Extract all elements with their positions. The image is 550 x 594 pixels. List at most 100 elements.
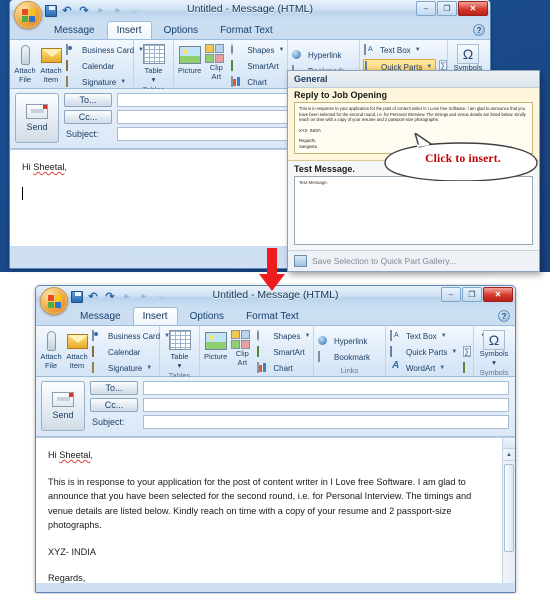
redo-icon-bottom[interactable]: ↷ <box>103 290 117 304</box>
click-to-insert-callout: Click to insert. <box>375 132 547 182</box>
attach-file-button-bottom[interactable]: Attach File <box>39 328 63 371</box>
office-button-icon-bottom[interactable] <box>40 287 68 315</box>
split-bar-icon-bottom[interactable] <box>503 438 515 449</box>
text-box-button-bottom[interactable]: Text Box▼ <box>389 329 460 344</box>
tab-format-text-top[interactable]: Format Text <box>210 21 283 39</box>
ribbon-group-include-top: Attach File Attach Item Business Card▼ <box>10 40 144 99</box>
chart-button-bottom[interactable]: Chart <box>256 361 313 376</box>
envelope-icon-bottom <box>66 330 88 352</box>
tab-format-text-bottom[interactable]: Format Text <box>236 307 309 325</box>
picture-button-bottom[interactable]: Picture <box>203 328 228 363</box>
quick-parts-second-entry-preview[interactable]: Test Message. <box>294 175 533 245</box>
picture-icon-bottom <box>204 330 227 352</box>
attach-item-button-top[interactable]: Attach Item <box>39 42 63 85</box>
outlook-message-window-bottom: ↶ ↷ ▸ ▸ ⌵ Untitled - Message (HTML) – ❐ … <box>35 285 516 593</box>
picture-icon <box>178 44 201 66</box>
help-icon-top[interactable]: ? <box>473 24 485 36</box>
bookmark-button-bottom[interactable]: Bookmark <box>317 350 373 365</box>
message-body-text-bottom[interactable]: Hi Sheetal, This is in response to your … <box>36 438 515 583</box>
qat-extra-icon-2-bottom[interactable]: ▸ <box>137 290 151 304</box>
maximize-button-bottom[interactable]: ❐ <box>462 287 482 302</box>
maximize-button-top[interactable]: ❐ <box>437 1 457 16</box>
qat-extra-icon-1[interactable]: ▸ <box>94 4 108 18</box>
minimize-button-top[interactable]: – <box>416 1 436 16</box>
undo-icon[interactable]: ↶ <box>60 4 74 18</box>
table-icon-bottom <box>168 330 191 352</box>
tab-options-top[interactable]: Options <box>154 21 208 39</box>
save-icon[interactable] <box>45 5 57 17</box>
ribbon-group-symbols-bottom: Ω Symbols ▾ Symbols <box>474 326 514 377</box>
customize-qat-icon-bottom[interactable]: ⌵ <box>154 290 168 304</box>
quick-access-toolbar-top: ↶ ↷ ▸ ▸ ⌵ <box>45 3 142 19</box>
tab-insert-bottom[interactable]: Insert <box>132 307 178 325</box>
table-button-top[interactable]: Table ▾ <box>137 42 170 85</box>
ribbon-bottom: Attach File Attach Item Business Card▼ <box>36 325 515 385</box>
text-box-button-top[interactable]: Text Box▼ <box>363 43 436 58</box>
ribbon-tabs-top: Message Insert Options Format Text ? <box>10 21 490 39</box>
signature-icon <box>66 76 79 89</box>
symbols-button-bottom[interactable]: Ω Symbols ▾ <box>477 328 511 368</box>
save-icon-bottom[interactable] <box>71 291 83 303</box>
to-button-top[interactable]: To... <box>64 93 112 107</box>
omega-icon-bottom: Ω <box>483 330 505 350</box>
smartart-button-top[interactable]: SmartArt <box>230 59 287 74</box>
redo-icon[interactable]: ↷ <box>77 4 91 18</box>
help-icon-bottom[interactable]: ? <box>498 310 510 322</box>
paperclip-icon <box>14 44 36 66</box>
tab-options-bottom[interactable]: Options <box>180 307 234 325</box>
table-icon <box>142 44 165 66</box>
hyperlink-button-bottom[interactable]: Hyperlink <box>317 334 373 349</box>
subject-input-bottom[interactable] <box>143 415 509 429</box>
window-controls-top: – ❐ ✕ <box>416 1 488 16</box>
smartart-icon <box>231 60 244 73</box>
table-button-bottom[interactable]: Table ▾ <box>163 328 196 371</box>
wordart-button-bottom[interactable]: WordArt ▼ <box>389 361 460 376</box>
titlebar-top: ↶ ↷ ▸ ▸ ⌵ Untitled - Message (HTML) – ❐ … <box>10 0 490 29</box>
arrow-shape <box>259 248 285 291</box>
undo-icon-bottom[interactable]: ↶ <box>86 290 100 304</box>
picture-button-top[interactable]: Picture <box>177 42 202 77</box>
smartart-button-bottom[interactable]: SmartArt <box>256 345 313 360</box>
cc-button-top[interactable]: Cc... <box>64 110 112 124</box>
clip-art-button-top[interactable]: Clip Art <box>204 42 228 82</box>
qat-extra-icon-2[interactable]: ▸ <box>111 4 125 18</box>
symbols-button-top[interactable]: Ω Symbols <box>451 42 485 74</box>
cc-input-bottom[interactable] <box>143 398 509 412</box>
shapes-icon-bottom <box>257 330 270 343</box>
chart-button-top[interactable]: Chart <box>230 75 287 90</box>
to-input-bottom[interactable] <box>143 381 509 395</box>
cc-button-bottom[interactable]: Cc... <box>90 398 138 412</box>
tab-insert-top[interactable]: Insert <box>106 21 152 39</box>
office-button-icon[interactable] <box>14 1 42 29</box>
message-body-bottom[interactable]: Hi Sheetal, This is in response to your … <box>36 437 515 583</box>
to-button-bottom[interactable]: To... <box>90 381 138 395</box>
text-box-icon-bottom <box>390 330 403 343</box>
attach-file-button-top[interactable]: Attach File <box>13 42 37 85</box>
save-selection-to-quick-part-gallery-item[interactable]: Save Selection to Quick Part Gallery... <box>288 250 539 271</box>
signature-icon-bottom <box>92 362 105 375</box>
minimize-button-bottom[interactable]: – <box>441 287 461 302</box>
body-signoff-bottom: Regards, <box>48 573 86 583</box>
send-button-top[interactable]: Send <box>15 93 59 143</box>
clip-art-button-bottom[interactable]: Clip Art <box>230 328 254 368</box>
scroll-up-button-bottom[interactable]: ▲ <box>503 449 515 461</box>
scrollbar-thumb-bottom[interactable] <box>504 464 514 552</box>
hyperlink-icon <box>292 49 305 62</box>
quick-parts-button-bottom[interactable]: Quick Parts ▼ <box>389 345 460 360</box>
customize-qat-icon[interactable]: ⌵ <box>128 4 142 18</box>
tab-message-top[interactable]: Message <box>44 21 105 39</box>
tab-message-bottom[interactable]: Message <box>70 307 131 325</box>
shapes-button-bottom[interactable]: Shapes ▼ <box>256 329 313 344</box>
quick-parts-entry-title[interactable]: Reply to Job Opening <box>288 88 539 102</box>
body-location-bottom: XYZ- INDIA <box>48 546 96 557</box>
attach-item-button-bottom[interactable]: Attach Item <box>65 328 89 371</box>
hyperlink-button-top[interactable]: Hyperlink <box>291 48 347 63</box>
body-scrollbar-bottom[interactable]: ▲ <box>502 438 515 583</box>
ribbon-tabs-bottom: Message Insert Options Format Text ? <box>36 307 515 325</box>
close-button-top[interactable]: ✕ <box>458 1 488 16</box>
send-button-bottom[interactable]: Send <box>41 381 85 431</box>
qat-extra-icon-1-bottom[interactable]: ▸ <box>120 290 134 304</box>
smartart-icon-bottom <box>257 346 270 359</box>
shapes-button-top[interactable]: Shapes ▼ <box>230 43 287 58</box>
close-button-bottom[interactable]: ✕ <box>483 287 513 302</box>
